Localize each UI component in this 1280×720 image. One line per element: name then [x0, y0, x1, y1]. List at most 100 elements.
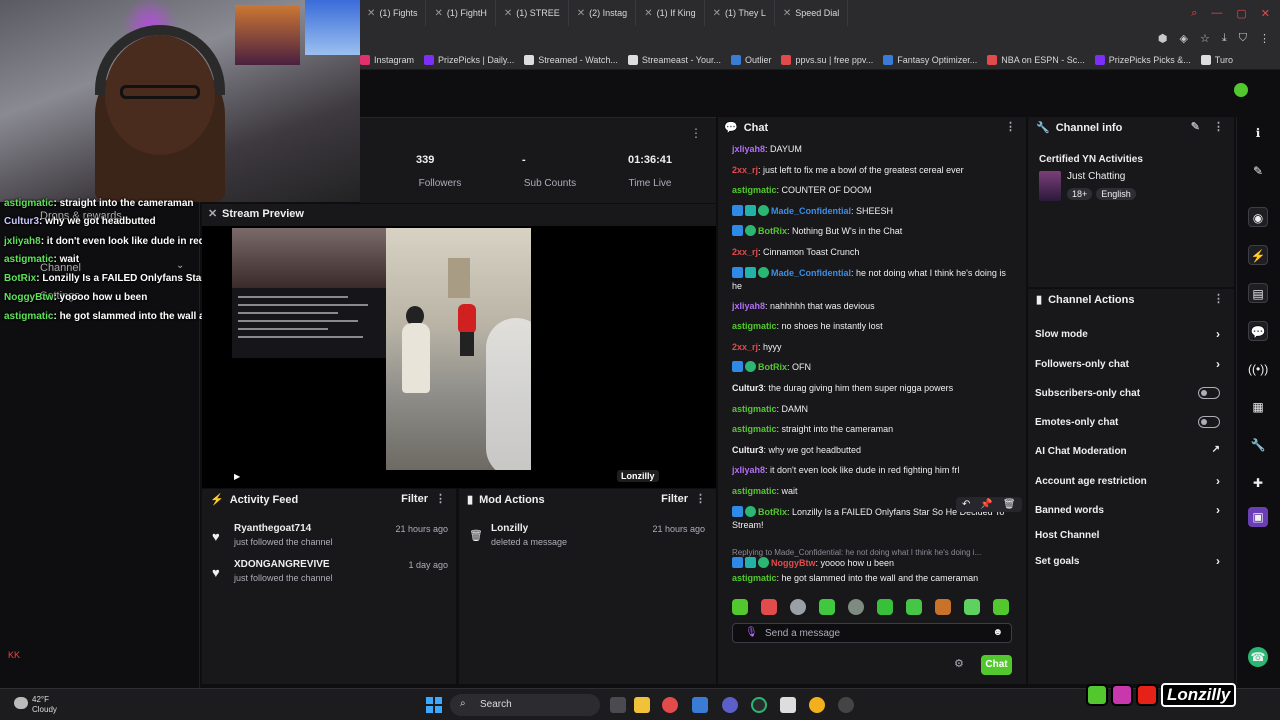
activity-filter-button[interactable]: Filter: [401, 493, 428, 505]
chevron-right-icon[interactable]: ›: [1216, 357, 1220, 371]
close-icon[interactable]: ✕: [783, 8, 791, 19]
chat-message[interactable]: Made_Confidential: SHEESH: [732, 204, 1012, 218]
reply-icon[interactable]: ↶: [962, 499, 970, 510]
app-icon[interactable]: [692, 697, 708, 713]
chat-username[interactable]: jxliyah8: [732, 301, 765, 311]
more-options-icon[interactable]: ⋮: [435, 492, 446, 505]
chat-message[interactable]: BotRix: OFN: [732, 361, 1012, 374]
channel-action-item[interactable]: Subscribers-only chat: [1035, 387, 1230, 399]
play-icon[interactable]: ▶: [234, 472, 240, 481]
emote-icon[interactable]: [790, 599, 806, 615]
chat-message[interactable]: jxliyah8: nahhhhh that was devious: [732, 300, 1012, 313]
more-options-icon[interactable]: ⋮: [1213, 292, 1224, 305]
bookmark-item[interactable]: PrizePicks Picks &...: [1094, 54, 1191, 65]
channel-action-item[interactable]: Banned words ›: [1035, 503, 1230, 517]
tag-chip[interactable]: English: [1096, 188, 1136, 200]
chat-message[interactable]: NoggyBtw: yoooo how u been: [732, 557, 1012, 570]
channel-action-item[interactable]: Followers-only chat ›: [1035, 357, 1230, 371]
chat-username[interactable]: astigmatic: [732, 321, 777, 331]
delete-icon[interactable]: 🗑: [1003, 499, 1016, 510]
close-icon[interactable]: ✕: [208, 207, 217, 220]
bookmark-item[interactable]: PrizePicks | Daily...: [424, 54, 514, 65]
opera-icon[interactable]: [662, 697, 678, 713]
emote-icon[interactable]: [906, 599, 922, 615]
wrench-icon[interactable]: 🔧: [1248, 435, 1268, 455]
close-icon[interactable]: ✕: [644, 8, 652, 19]
chat-message[interactable]: Cultur3: why we got headbutted: [732, 444, 1012, 457]
puzzle-icon[interactable]: ✚: [1248, 473, 1268, 493]
chat-username[interactable]: astigmatic: [732, 404, 777, 414]
collapse-chevron-icon[interactable]: ⌄: [176, 260, 184, 271]
chat-bubble-icon[interactable]: 💬: [1248, 321, 1268, 341]
browser-tab[interactable]: ✕ (1) STREE: [496, 0, 569, 26]
close-icon[interactable]: ✕: [367, 8, 375, 19]
send-chat-button[interactable]: Chat: [981, 655, 1012, 675]
windows-start-icon[interactable]: [426, 697, 442, 713]
browser-tab[interactable]: ✕ (2) Instag: [569, 0, 637, 26]
external-link-icon[interactable]: ↗: [1212, 444, 1220, 455]
close-icon[interactable]: ✕: [504, 8, 512, 19]
extension-icon[interactable]: ◈: [1180, 32, 1188, 45]
browser-tab[interactable]: ✕ (1) If King: [636, 0, 705, 26]
chat-username[interactable]: Made_Confidential: [771, 268, 851, 278]
browser-tab[interactable]: ✕ (1) Fights: [359, 0, 427, 26]
close-icon[interactable]: ✕: [434, 8, 442, 19]
chat-username[interactable]: Cultur3: [732, 383, 764, 393]
minimize-icon[interactable]: —: [1211, 7, 1222, 20]
search-icon[interactable]: ⌕: [1191, 7, 1197, 20]
bookmark-item[interactable]: Fantasy Optimizer...: [883, 54, 977, 65]
task-view-icon[interactable]: [610, 697, 626, 713]
chat-username[interactable]: 2xx_rj: [732, 165, 758, 175]
toggle-switch[interactable]: [1198, 416, 1220, 428]
bookmark-item[interactable]: Turo: [1200, 54, 1233, 65]
emote-icon[interactable]: [732, 599, 748, 615]
bookmark-item[interactable]: Streamed - Watch...: [524, 54, 618, 65]
bookmark-item[interactable]: NBA on ESPN - Sc...: [987, 54, 1085, 65]
chat-message[interactable]: Made_Confidential: he not doing what I t…: [732, 266, 1012, 293]
close-icon[interactable]: ✕: [577, 8, 585, 19]
bookmark-item[interactable]: Streameast - Your...: [627, 54, 721, 65]
emote-icon[interactable]: [993, 599, 1009, 615]
chat-message[interactable]: astigmatic: he got slammed into the wall…: [732, 572, 1012, 585]
chat-username[interactable]: astigmatic: [732, 486, 777, 496]
chevron-right-icon[interactable]: ›: [1216, 554, 1220, 568]
emoji-icon[interactable]: ☻: [992, 627, 1003, 638]
chat-username[interactable]: Made_Confidential: [771, 206, 851, 216]
taskbar-search[interactable]: ⌕ Search: [450, 694, 600, 716]
emote-icon[interactable]: [819, 599, 835, 615]
more-options-icon[interactable]: ⋮: [690, 126, 702, 140]
bookmark-item[interactable]: Instagram: [360, 54, 414, 65]
chat-username[interactable]: 2xx_rj: [732, 247, 758, 257]
capcut-icon[interactable]: [780, 697, 796, 713]
activity-item[interactable]: ♥ XDONGANGREVIVE just followed the channel…: [212, 559, 448, 589]
document-icon[interactable]: ▤: [1248, 283, 1268, 303]
chat-message[interactable]: astigmatic: COUNTER OF DOOM: [732, 184, 1012, 197]
gear-icon[interactable]: ⚙: [954, 657, 964, 670]
download-icon[interactable]: ⤓: [1222, 32, 1227, 45]
chat-message[interactable]: 2xx_rj: just left to fix me a bowl of th…: [732, 164, 1012, 177]
chat-username[interactable]: jxliyah8: [732, 144, 765, 154]
shield-icon[interactable]: ⛉: [1239, 32, 1247, 45]
lightning-icon[interactable]: ⚡: [1248, 245, 1268, 265]
microphone-icon[interactable]: 🎙: [745, 627, 758, 638]
close-icon[interactable]: ✕: [1261, 7, 1270, 20]
emote-icon[interactable]: [877, 599, 893, 615]
chat-input[interactable]: 🎙 Send a message ☻: [732, 623, 1012, 643]
mod-username[interactable]: Lonzilly: [491, 523, 528, 534]
file-explorer-icon[interactable]: [634, 697, 650, 713]
preview-video[interactable]: [386, 228, 531, 470]
mod-action-item[interactable]: 🗑 Lonzilly deleted a message 21 hours ago: [469, 523, 705, 553]
channel-action-item[interactable]: AI Chat Moderation ↗: [1035, 444, 1230, 457]
chat-username[interactable]: 2xx_rj: [732, 342, 758, 352]
chat-message[interactable]: astigmatic: straight into the cameraman: [732, 423, 1012, 436]
chevron-right-icon[interactable]: ›: [1216, 474, 1220, 488]
emote-icon[interactable]: [964, 599, 980, 615]
star-icon[interactable]: ☆: [1200, 32, 1210, 45]
chat-username[interactable]: astigmatic: [732, 573, 777, 583]
support-icon[interactable]: ☎: [1248, 647, 1268, 667]
kick-logo-icon[interactable]: KK: [8, 650, 20, 660]
chat-message[interactable]: jxliyah8: it don't even look like dude i…: [732, 464, 1012, 477]
channel-action-item[interactable]: Host Channel: [1035, 530, 1230, 541]
bookmark-item[interactable]: ppvs.su | free ppv...: [781, 54, 873, 65]
edit-icon[interactable]: ✎: [1191, 120, 1200, 133]
